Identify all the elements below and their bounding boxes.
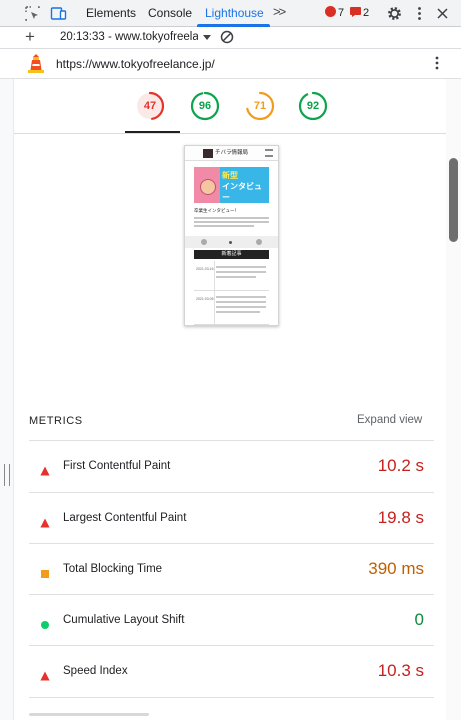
fail-triangle-icon (40, 515, 50, 528)
score-value: 96 (198, 100, 212, 112)
scrollbar-thumb[interactable] (449, 158, 458, 242)
close-devtools-icon[interactable] (434, 5, 451, 22)
devtools-tab-bar: Elements Console Lighthouse >> 7 2 (0, 0, 461, 27)
metric-row-tbt[interactable]: Total Blocking Time 390 ms (29, 543, 434, 595)
errors-badge[interactable]: 7 (325, 6, 344, 20)
metric-value: 19.8 s (377, 508, 424, 527)
clear-reports-icon[interactable] (220, 30, 234, 44)
thumb-text-line (216, 271, 266, 273)
issues-count: 2 (363, 7, 370, 19)
settings-gear-icon[interactable] (386, 5, 403, 22)
metric-row-lcp[interactable]: Largest Contentful Paint 19.8 s (29, 492, 434, 544)
report-select[interactable]: 20:13:33 - www.tokyofreelanc (60, 31, 198, 43)
score-gauge-best-practices[interactable]: 71 (245, 91, 275, 121)
character-illustration-icon (200, 179, 216, 195)
metric-value: 390 ms (368, 559, 424, 578)
thumb-text-line (216, 266, 266, 268)
thumb-text-line (194, 221, 269, 223)
thumb-text-line (216, 301, 266, 303)
next-arrow-icon (256, 239, 262, 245)
report-dropdown-chevron-icon[interactable] (203, 35, 211, 40)
score-value: 92 (306, 100, 320, 112)
metric-label: Total Blocking Time (63, 563, 163, 575)
panel-resize-gutter[interactable] (0, 79, 14, 720)
metric-label: Speed Index (63, 665, 128, 677)
score-gauge-accessibility[interactable]: 96 (190, 91, 220, 121)
prev-arrow-icon (201, 239, 207, 245)
lighthouse-logo-icon (28, 54, 44, 73)
hamburger-menu-icon (265, 149, 273, 157)
carousel-dot-icon (229, 241, 232, 244)
issues-badge[interactable]: 2 (350, 6, 369, 20)
tab-lighthouse[interactable]: Lighthouse (205, 0, 264, 27)
metric-row-si[interactable]: Speed Index 10.3 s (29, 645, 434, 697)
thumb-text-line (216, 311, 260, 313)
news-date: 2021.03.05 (196, 297, 214, 301)
thumb-site-title: チバラ情報局 (215, 150, 249, 156)
resize-grip-icon[interactable] (4, 464, 10, 486)
thumb-news-row: 2021.03.05 (194, 291, 269, 325)
fail-triangle-icon (40, 463, 50, 476)
thumb-text-line (216, 306, 266, 308)
score-gauge-seo[interactable]: 92 (298, 91, 328, 121)
selected-gauge-indicator (125, 131, 180, 133)
banner-line-1: 新型 (222, 171, 238, 180)
thumb-carousel-nav (185, 236, 278, 248)
thumb-text-line (194, 217, 269, 219)
site-logo-icon (203, 149, 213, 158)
fail-triangle-icon (40, 668, 50, 681)
banner-line-2: インタビュー (222, 182, 262, 202)
audited-url: https://www.tokyofreelance.jp/ (56, 57, 215, 71)
report-url-bar: https://www.tokyofreelance.jp/ (0, 49, 461, 79)
metrics-bottom-divider (29, 697, 434, 698)
metrics-heading: METRICS (29, 415, 83, 427)
errors-count: 7 (338, 7, 345, 19)
error-circle-icon (325, 6, 336, 17)
score-gauges: 47 96 71 92 (14, 79, 446, 134)
thumb-text-line (216, 296, 266, 298)
metric-label: Cumulative Layout Shift (63, 614, 185, 626)
thumb-text-line (194, 225, 254, 227)
report-menu-icon[interactable] (433, 55, 441, 71)
report-selector-bar: + 20:13:33 - www.tokyofreelanc (0, 27, 461, 49)
score-value: 71 (253, 100, 267, 112)
pass-circle-icon (40, 617, 50, 629)
metric-row-cls[interactable]: Cumulative Layout Shift 0 (29, 594, 434, 646)
thumb-site-header: チバラ情報局 (185, 146, 278, 161)
thumb-caption: 卒業生インタビュー！ (194, 208, 239, 213)
thumb-text-line (216, 276, 256, 278)
metric-label: First Contentful Paint (63, 460, 171, 472)
final-screenshot-thumbnail[interactable]: チバラ情報局 新型 インタビュー 卒業生インタビュー！ 新着記事 2021.03… (184, 145, 279, 326)
metric-row-fcp[interactable]: First Contentful Paint 10.2 s (29, 440, 434, 492)
issue-flag-icon (350, 7, 361, 17)
more-tabs-chevron-icon[interactable]: >> (273, 4, 286, 19)
more-options-icon[interactable] (411, 5, 428, 22)
news-date: 2021.03.16 (196, 267, 214, 271)
metric-value: 10.2 s (377, 456, 424, 475)
thumb-news-header: 新着記事 (194, 250, 269, 259)
inspect-element-icon[interactable] (24, 5, 41, 22)
score-gauge-performance[interactable]: 47 (135, 91, 165, 121)
horizontal-scrollbar[interactable] (29, 713, 149, 716)
thumb-banner-image: 新型 インタビュー (194, 167, 269, 203)
tab-elements[interactable]: Elements (86, 0, 136, 27)
device-toolbar-icon[interactable] (50, 5, 67, 22)
metric-value: 0 (414, 610, 424, 629)
average-square-icon (40, 566, 50, 578)
thumb-news-row: 2021.03.16 (194, 261, 269, 291)
expand-view-toggle[interactable]: Expand view (357, 414, 422, 426)
new-report-plus-icon[interactable]: + (25, 28, 35, 46)
metric-value: 10.3 s (377, 661, 424, 680)
score-value: 47 (143, 100, 157, 112)
tab-console[interactable]: Console (148, 0, 192, 27)
metric-label: Largest Contentful Paint (63, 512, 187, 524)
